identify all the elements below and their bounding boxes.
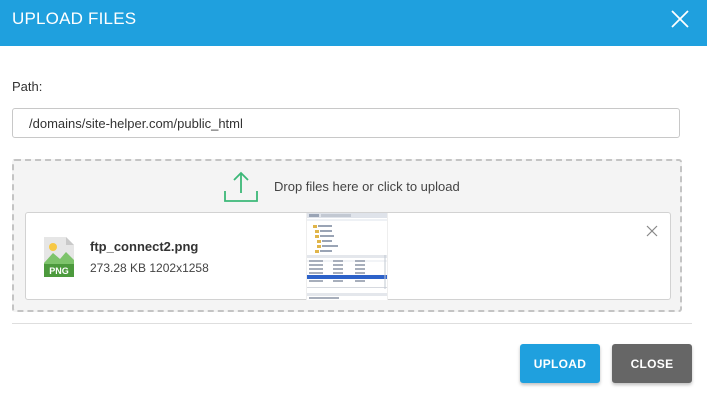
upload-button[interactable]: UPLOAD: [520, 344, 600, 383]
file-name: ftp_connect2.png: [90, 239, 199, 254]
path-label: Path:: [12, 79, 43, 94]
footer-divider: [12, 323, 692, 324]
close-button[interactable]: CLOSE: [612, 344, 692, 383]
dropzone[interactable]: Drop files here or click to upload PNG f…: [12, 159, 682, 312]
png-file-icon-label: PNG: [49, 266, 69, 276]
path-input[interactable]: [12, 108, 680, 138]
close-icon[interactable]: [669, 8, 691, 30]
dropzone-text: Drop files here or click to upload: [274, 179, 460, 194]
dialog-title: UPLOAD FILES: [12, 9, 137, 28]
file-thumbnail: [306, 213, 388, 300]
dialog-header: UPLOAD FILES: [0, 0, 707, 46]
thumbnail-image: [307, 213, 387, 300]
file-meta: 273.28 KB 1202x1258: [90, 261, 209, 275]
upload-icon: [224, 171, 258, 202]
file-preview-card: PNG ftp_connect2.png 273.28 KB 1202x1258: [25, 212, 671, 300]
remove-icon[interactable]: [646, 225, 658, 237]
png-file-icon: PNG: [44, 237, 74, 277]
